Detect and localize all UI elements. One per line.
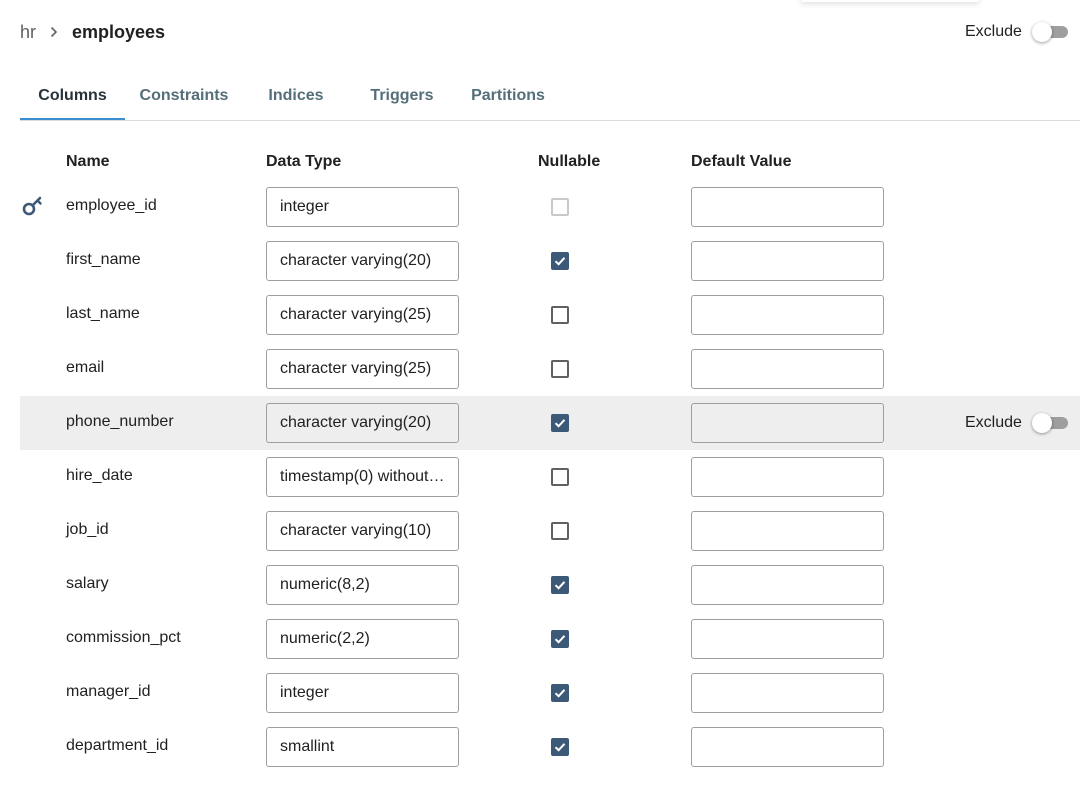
data-type-input[interactable]: numeric(2,2) [266,619,459,659]
table-row: last_name character varying(25) [20,288,1080,342]
table-row: commission_pct numeric(2,2) [20,612,1080,666]
table-row: job_id character varying(10) [20,504,1080,558]
top-shadow-decoration [800,0,980,2]
key-icon [22,195,44,217]
row-exclude-control: Exclude [965,412,1068,434]
tab-columns[interactable]: Columns [20,76,125,120]
breadcrumb-schema[interactable]: hr [20,22,36,43]
default-value-input[interactable] [691,511,884,551]
exclude-label: Exclude [965,23,1022,40]
header-name: Name [66,153,110,170]
exclude-toggle[interactable] [1031,21,1068,43]
breadcrumb: hr employees [20,20,165,44]
column-name: department_id [66,737,169,754]
data-type-input[interactable]: character varying(25) [266,295,459,335]
header-exclude-control: Exclude [965,21,1068,43]
column-name: email [66,359,105,376]
check-icon [554,581,566,590]
header-nullable: Nullable [538,153,601,170]
nullable-checkbox[interactable] [551,522,569,540]
check-icon [554,419,566,428]
default-value-input[interactable] [691,673,884,713]
default-value-input[interactable] [691,619,884,659]
nullable-checkbox[interactable] [551,576,569,594]
check-icon [554,635,566,644]
check-icon [554,689,566,698]
nullable-checkbox [551,198,569,216]
table-row: hire_date timestamp(0) without time zone [20,450,1080,504]
table-row: department_id smallint [20,720,1080,774]
default-value-input[interactable] [691,565,884,605]
default-value-input[interactable] [691,727,884,767]
table-row: first_name character varying(20) [20,234,1080,288]
data-type-input[interactable]: character varying(25) [266,349,459,389]
column-name: employee_id [66,197,157,214]
nullable-checkbox[interactable] [551,360,569,378]
data-type-input[interactable]: character varying(20) [266,403,459,443]
column-name: salary [66,575,109,592]
nullable-checkbox[interactable] [551,306,569,324]
nullable-checkbox[interactable] [551,468,569,486]
table-row: phone_number character varying(20) Exclude [20,396,1080,450]
column-name: hire_date [66,467,133,484]
header-default-value: Default Value [691,153,792,170]
data-type-input[interactable]: timestamp(0) without time zone [266,457,459,497]
nullable-checkbox[interactable] [551,630,569,648]
chevron-right-icon [50,26,58,38]
data-type-input[interactable]: smallint [266,727,459,767]
default-value-input[interactable] [691,349,884,389]
check-icon [554,257,566,266]
check-icon [554,743,566,752]
default-value-input[interactable] [691,457,884,497]
exclude-label: Exclude [965,414,1022,431]
table-row: employee_id integer [20,180,1080,234]
data-type-input[interactable]: character varying(10) [266,511,459,551]
data-type-input[interactable]: numeric(8,2) [266,565,459,605]
nullable-checkbox[interactable] [551,414,569,432]
default-value-input[interactable] [691,241,884,281]
column-name: manager_id [66,683,151,700]
tab-triggers[interactable]: Triggers [360,76,444,118]
nullable-checkbox[interactable] [551,684,569,702]
column-name: job_id [66,521,109,538]
tab-indices[interactable]: Indices [256,76,336,118]
column-name: last_name [66,305,140,322]
default-value-input[interactable] [691,187,884,227]
tab-constraints[interactable]: Constraints [130,76,238,118]
exclude-toggle[interactable] [1031,412,1068,434]
breadcrumb-table: employees [72,21,166,42]
data-type-input[interactable]: character varying(20) [266,241,459,281]
nullable-checkbox[interactable] [551,252,569,270]
tab-partitions[interactable]: Partitions [466,76,550,118]
toggle-knob [1031,413,1052,433]
default-value-input[interactable] [691,295,884,335]
toggle-knob [1031,22,1052,42]
column-name: phone_number [66,413,174,430]
tab-bar: Columns Constraints Indices Triggers Par… [20,76,1080,121]
data-type-input[interactable]: integer [266,673,459,713]
column-name: first_name [66,251,141,268]
default-value-input[interactable] [691,403,884,443]
table-row: email character varying(25) [20,342,1080,396]
data-type-input[interactable]: integer [266,187,459,227]
table-row: salary numeric(8,2) [20,558,1080,612]
table-row: manager_id integer [20,666,1080,720]
nullable-checkbox[interactable] [551,738,569,756]
header-data-type: Data Type [266,153,342,170]
column-name: commission_pct [66,629,181,646]
